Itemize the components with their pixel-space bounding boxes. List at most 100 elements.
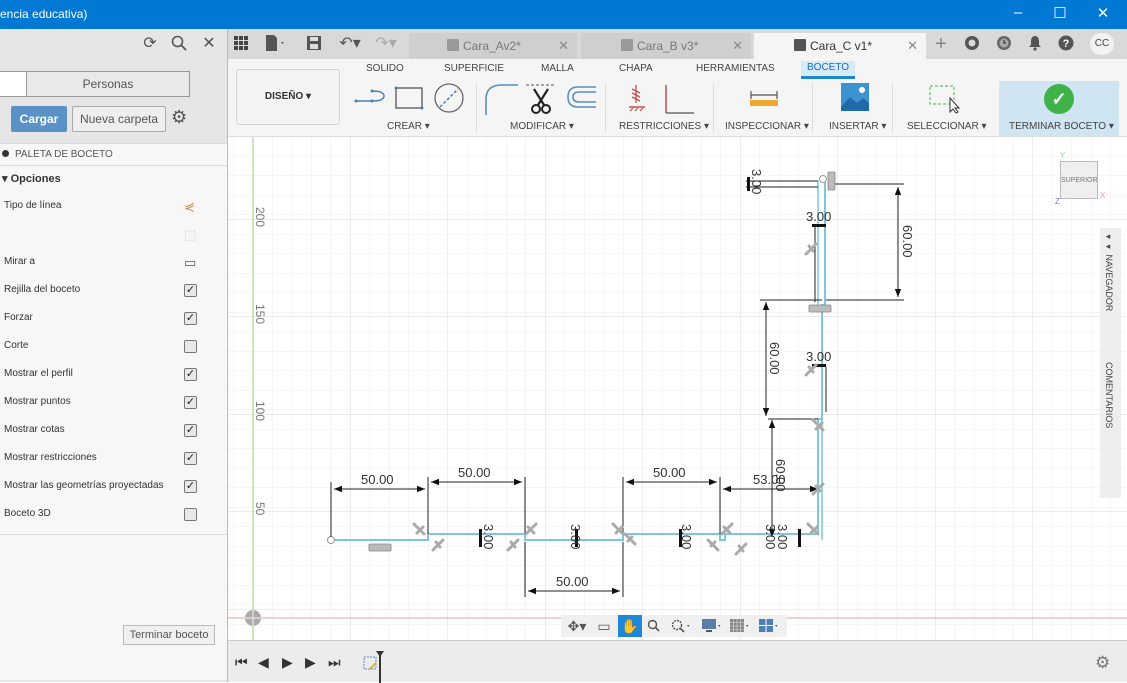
comments-panel[interactable]: COMENTARIOS bbox=[1104, 362, 1114, 428]
dim-label[interactable]: 60.00 bbox=[767, 342, 782, 375]
grid-settings-icon[interactable] bbox=[729, 615, 753, 637]
checkbox-checked[interactable]: ✓ bbox=[184, 284, 197, 297]
tab-chapa[interactable]: CHAPA bbox=[619, 63, 653, 74]
constraints-menu[interactable]: RESTRICCIONES ▾ bbox=[619, 121, 709, 132]
look-at-icon[interactable]: ▭ bbox=[594, 615, 614, 637]
rectangle-tool-icon[interactable] bbox=[394, 86, 424, 110]
dim-label[interactable]: 3.00 bbox=[749, 169, 764, 194]
finish-sketch-menu[interactable]: TERMINAR BOCETO ▾ bbox=[1009, 121, 1114, 132]
timeline-sketch-feature[interactable] bbox=[362, 651, 390, 683]
tab-herramientas[interactable]: HERRAMIENTAS bbox=[696, 63, 775, 74]
close-window-button[interactable]: ✕ bbox=[1088, 4, 1118, 22]
insert-image-icon[interactable] bbox=[841, 83, 869, 111]
projects-tab[interactable] bbox=[0, 71, 27, 97]
tab-cara-b[interactable]: Cara_B v3* ✕ bbox=[581, 33, 751, 59]
tab-cara-a[interactable]: Cara_Av2* ✕ bbox=[409, 33, 577, 59]
circle-tool-icon[interactable] bbox=[434, 83, 464, 113]
save-icon[interactable] bbox=[302, 29, 326, 59]
maximize-button[interactable]: ☐ bbox=[1045, 4, 1075, 22]
checkbox-unchecked[interactable] bbox=[184, 340, 197, 353]
sketch-point[interactable] bbox=[327, 536, 335, 544]
modify-menu[interactable]: MODIFICAR ▾ bbox=[510, 121, 574, 132]
people-tab[interactable]: Personas bbox=[26, 71, 190, 97]
user-avatar[interactable]: CC bbox=[1090, 33, 1114, 55]
new-folder-button[interactable]: Nueva carpeta bbox=[72, 106, 166, 132]
sketch-canvas[interactable]: 200 150 100 50 50.00 50.00 50.00 50.00 5… bbox=[228, 137, 1127, 640]
go-to-start-icon[interactable]: ⏮ bbox=[235, 654, 248, 671]
display-settings-icon[interactable] bbox=[701, 615, 725, 637]
dim-label[interactable]: 50.00 bbox=[556, 574, 589, 589]
fillet-tool-icon[interactable] bbox=[485, 84, 518, 115]
dim-label[interactable]: 3.00 bbox=[806, 349, 831, 364]
zoom-icon[interactable] bbox=[644, 615, 664, 637]
dim-label[interactable]: 3.00 bbox=[775, 524, 790, 549]
job-status-icon[interactable] bbox=[992, 29, 1016, 59]
upload-button[interactable]: Cargar bbox=[11, 106, 67, 132]
step-forward-icon[interactable]: ▶ bbox=[305, 654, 316, 671]
origin-icon[interactable] bbox=[245, 610, 261, 626]
pan-icon[interactable]: ✋ bbox=[618, 615, 642, 637]
insert-menu[interactable]: INSERTAR ▾ bbox=[829, 121, 886, 132]
extensions-icon[interactable] bbox=[960, 29, 984, 59]
trim-tool-icon[interactable] bbox=[526, 84, 554, 114]
look-at-icon[interactable]: ▭ bbox=[184, 256, 197, 269]
inspect-menu[interactable]: INSPECCIONAR ▾ bbox=[725, 121, 809, 132]
close-tab-icon[interactable]: ✕ bbox=[732, 33, 743, 59]
palette-header[interactable]: PALETA DE BOCETO bbox=[0, 144, 227, 166]
viewports-icon[interactable] bbox=[757, 615, 783, 637]
collapse-icon[interactable] bbox=[2, 150, 9, 157]
dim-label[interactable]: 60.00 bbox=[900, 225, 915, 258]
tab-superficie[interactable]: SUPERFICIE bbox=[444, 63, 504, 74]
view-cube[interactable]: SUPERIOR bbox=[1060, 161, 1098, 199]
finish-sketch-check-icon[interactable]: ✓ bbox=[1044, 84, 1074, 114]
add-tab-icon[interactable]: + bbox=[929, 29, 953, 59]
dim-label[interactable]: 50.00 bbox=[361, 472, 394, 487]
close-icon[interactable]: ✕ bbox=[197, 29, 221, 59]
dim-label[interactable]: 3.00 bbox=[568, 524, 583, 549]
close-tab-icon[interactable]: ✕ bbox=[558, 33, 569, 59]
minimize-button[interactable]: – bbox=[1003, 4, 1033, 21]
linetype-icon[interactable]: ⋞ bbox=[184, 200, 197, 213]
close-tab-icon[interactable]: ✕ bbox=[907, 33, 918, 59]
play-icon[interactable]: ▶ bbox=[282, 654, 293, 671]
notifications-icon[interactable] bbox=[1023, 29, 1047, 59]
options-header[interactable]: ▾ Opciones bbox=[0, 166, 227, 192]
dim-label[interactable]: 3.00 bbox=[481, 524, 496, 549]
undo-icon[interactable]: ↶▾ bbox=[334, 29, 366, 59]
navigator-panel[interactable]: ◂◂ NAVEGADOR bbox=[1104, 232, 1114, 311]
file-icon[interactable] bbox=[260, 29, 292, 59]
go-to-end-icon[interactable]: ⏭ bbox=[328, 654, 341, 671]
checkbox-unchecked[interactable] bbox=[184, 508, 197, 521]
orbit-icon[interactable]: ✥▾ bbox=[565, 615, 589, 637]
refresh-icon[interactable]: ⟳ bbox=[138, 29, 162, 59]
checkbox-checked[interactable]: ✓ bbox=[184, 424, 197, 437]
tab-cara-c[interactable]: Cara_C v1* ✕ bbox=[754, 33, 926, 59]
perpendicular-constraint-icon[interactable] bbox=[665, 85, 694, 114]
tab-solido[interactable]: SOLIDO bbox=[366, 63, 404, 74]
checkbox-checked[interactable]: ✓ bbox=[184, 368, 197, 381]
select-menu[interactable]: SELECCIONAR ▾ bbox=[907, 121, 987, 132]
redo-icon[interactable]: ↷▾ bbox=[370, 29, 402, 59]
dim-label[interactable]: 60.00 bbox=[773, 459, 788, 492]
grid-icon[interactable] bbox=[229, 29, 253, 59]
timeline-settings-icon[interactable]: ⚙ bbox=[1095, 653, 1110, 673]
search-icon[interactable] bbox=[167, 29, 191, 59]
line-tool-icon[interactable] bbox=[354, 89, 385, 103]
tab-malla[interactable]: MALLA bbox=[541, 63, 574, 74]
fix-constraint-icon[interactable] bbox=[629, 85, 645, 112]
dim-label[interactable]: 50.00 bbox=[653, 465, 686, 480]
measure-icon[interactable] bbox=[749, 89, 779, 109]
sketch-point[interactable] bbox=[819, 175, 827, 183]
fit-icon[interactable] bbox=[668, 615, 696, 637]
dim-label[interactable]: 3.00 bbox=[679, 524, 694, 549]
help-icon[interactable]: ? bbox=[1054, 29, 1078, 59]
dim-label[interactable]: 3.00 bbox=[806, 209, 831, 224]
checkbox-checked[interactable]: ✓ bbox=[184, 312, 197, 325]
workspace-dropdown[interactable]: DISEÑO ▾ bbox=[236, 69, 340, 125]
offset-tool-icon[interactable] bbox=[567, 86, 596, 108]
tab-boceto[interactable]: BOCETO bbox=[801, 61, 856, 79]
create-menu[interactable]: CREAR ▾ bbox=[387, 121, 430, 132]
checkbox-checked[interactable]: ✓ bbox=[184, 480, 197, 493]
checkbox-checked[interactable]: ✓ bbox=[184, 452, 197, 465]
checkbox-checked[interactable]: ✓ bbox=[184, 396, 197, 409]
